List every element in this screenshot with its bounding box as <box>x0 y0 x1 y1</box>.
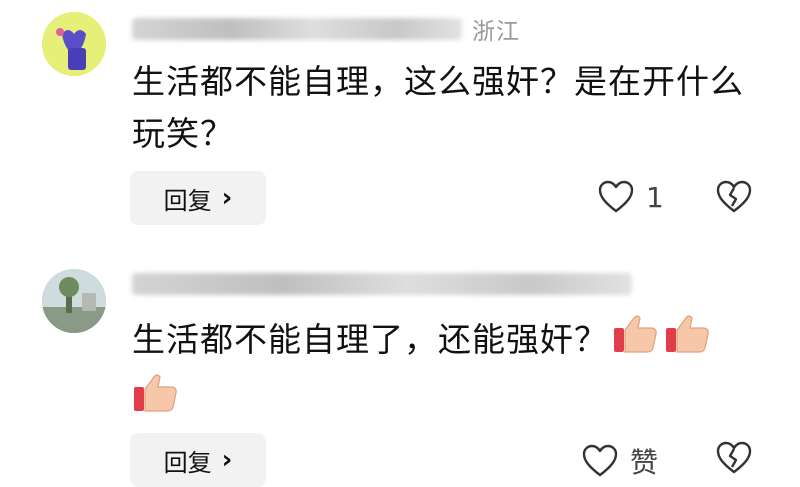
redacted-username <box>132 18 462 40</box>
comment-text-content: 生活都不能自理了，还能强奸？ <box>132 320 608 359</box>
dislike-button[interactable] <box>716 441 752 479</box>
thumbs-up-emoji <box>612 312 660 371</box>
reply-button[interactable]: 回复 › <box>130 171 266 225</box>
comment-meta: 浙江 <box>132 14 520 45</box>
thumbs-up-emoji <box>664 312 712 371</box>
reply-button[interactable]: 回复 › <box>130 433 266 487</box>
reply-label: 回复 <box>163 448 212 477</box>
reply-label: 回复 <box>163 186 212 215</box>
comment-text: 生活都不能自理了，还能强奸？ <box>132 312 772 430</box>
broken-heart-icon <box>716 441 752 474</box>
redacted-username <box>132 273 632 295</box>
author-region: 浙江 <box>472 19 520 45</box>
chevron-right-icon: › <box>221 183 233 213</box>
avatar[interactable] <box>42 269 106 333</box>
like-count: 1 <box>646 180 664 214</box>
comment-text: 生活都不能自理，这么强奸？是在开什么玩笑？ <box>132 62 744 153</box>
dislike-button[interactable] <box>716 180 752 218</box>
comment-item: 浙江 生活都不能自理，这么强奸？是在开什么玩笑？ 回复 › 1 <box>0 0 800 245</box>
heart-outline-icon <box>582 444 618 477</box>
avatar-image <box>42 269 106 333</box>
like-label: 赞 <box>630 446 659 479</box>
like-button[interactable]: 赞 <box>582 441 658 481</box>
avatar[interactable] <box>42 12 106 76</box>
comment-item: 生活都不能自理了，还能强奸？ 回复 › 赞 <box>0 255 800 487</box>
heart-outline-icon <box>598 180 634 213</box>
chevron-right-icon: › <box>221 445 233 475</box>
broken-heart-icon <box>716 180 752 213</box>
avatar-image <box>42 12 106 76</box>
thumbs-up-emoji <box>132 371 180 430</box>
like-button[interactable]: 1 <box>598 180 664 214</box>
comment-meta <box>132 269 632 299</box>
